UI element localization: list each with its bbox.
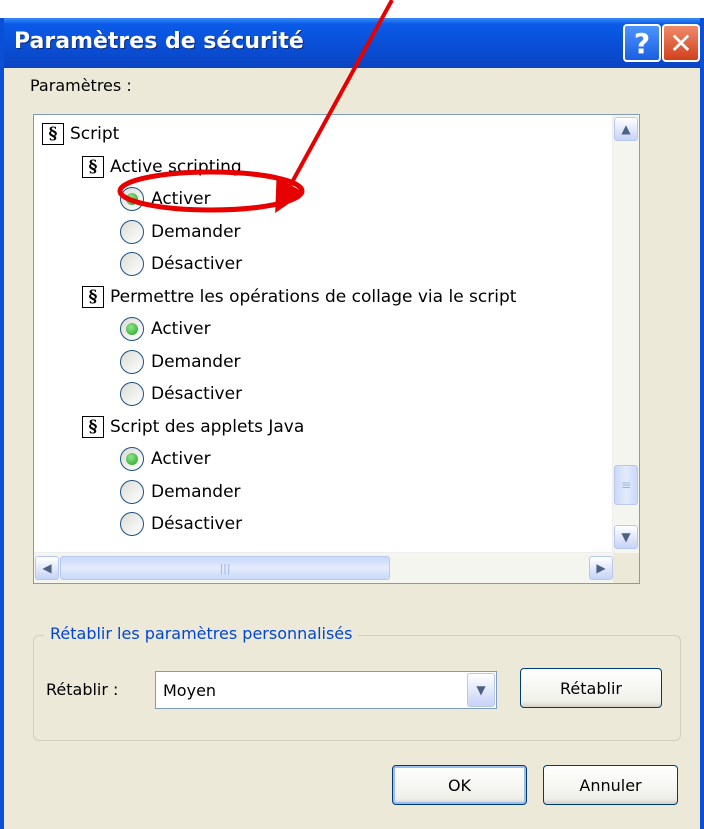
radio-unselected-icon[interactable] xyxy=(120,382,144,406)
radio-option[interactable]: Demander xyxy=(120,348,241,376)
scroll-down-button[interactable]: ▼ xyxy=(614,525,638,549)
tree-item-label: Permettre les opérations de collage via … xyxy=(110,286,517,307)
radio-option[interactable]: Activer xyxy=(120,445,211,473)
tree-setting[interactable]: § Active scripting xyxy=(82,153,242,181)
radio-option[interactable]: Désactiver xyxy=(120,510,242,538)
radio-option[interactable]: Activer xyxy=(120,185,211,213)
scroll-left-button[interactable]: ◀ xyxy=(35,556,59,580)
reset-level-select[interactable]: Moyen ▼ xyxy=(155,671,497,709)
script-settings-icon: § xyxy=(82,155,104,178)
ok-button[interactable]: OK xyxy=(392,765,527,805)
radio-unselected-icon[interactable] xyxy=(120,219,144,244)
scroll-up-button[interactable]: ▲ xyxy=(614,117,638,141)
vertical-scrollbar[interactable]: ▲ ≡ ▼ xyxy=(612,115,639,553)
vertical-scroll-thumb[interactable]: ≡ xyxy=(614,465,638,505)
tree-item-label: Désactiver xyxy=(151,384,243,404)
radio-option[interactable]: Désactiver xyxy=(120,380,242,408)
tree-item-label: Demander xyxy=(151,481,241,502)
tree-category[interactable]: § Script xyxy=(42,120,119,148)
settings-label: Paramètres : xyxy=(30,76,132,95)
tree-item-label: Désactiver xyxy=(151,254,243,274)
chevron-down-icon[interactable]: ▼ xyxy=(467,673,495,707)
radio-selected-icon[interactable] xyxy=(120,317,144,341)
tree-item-label: Script des applets Java xyxy=(110,416,305,437)
radio-unselected-icon[interactable] xyxy=(120,512,144,536)
tree-item-label: Active scripting xyxy=(110,156,242,177)
radio-selected-icon[interactable] xyxy=(120,187,144,211)
scroll-right-button[interactable]: ▶ xyxy=(589,556,613,580)
tree-item-label: Demander xyxy=(151,351,241,372)
horizontal-scroll-thumb[interactable]: ||| xyxy=(60,556,390,580)
radio-unselected-icon[interactable] xyxy=(120,479,144,504)
window-title: Paramètres de sécurité xyxy=(14,29,304,54)
script-settings-icon: § xyxy=(42,123,64,145)
tree-setting[interactable]: § Script des applets Java xyxy=(82,413,304,441)
horizontal-scrollbar[interactable]: ◀ ||| ▶ xyxy=(34,552,615,583)
reset-level-value: Moyen xyxy=(163,681,217,700)
radio-unselected-icon[interactable] xyxy=(120,252,144,276)
radio-selected-icon[interactable] xyxy=(120,447,144,471)
title-bar[interactable]: Paramètres de sécurité ? ✕ xyxy=(4,18,700,68)
radio-option[interactable]: Activer xyxy=(120,315,211,343)
tree-item-label: Activer xyxy=(151,189,211,209)
radio-unselected-icon[interactable] xyxy=(120,349,144,374)
script-settings-icon: § xyxy=(82,415,104,438)
radio-option[interactable]: Désactiver xyxy=(120,250,242,278)
close-button[interactable]: ✕ xyxy=(662,24,700,62)
script-settings-icon: § xyxy=(82,285,104,308)
tree-item-label: Activer xyxy=(151,449,211,469)
cancel-button[interactable]: Annuler xyxy=(543,765,678,805)
tree-item-label: Demander xyxy=(151,221,241,242)
radio-option[interactable]: Demander xyxy=(120,218,241,246)
radio-option[interactable]: Demander xyxy=(120,478,241,506)
scrollbar-corner xyxy=(613,553,639,583)
reset-button[interactable]: Rétablir xyxy=(520,668,662,708)
reset-group-legend: Rétablir les paramètres personnalisés xyxy=(44,624,359,643)
tree-setting[interactable]: § Permettre les opérations de collage via… xyxy=(82,283,516,311)
settings-tree[interactable]: § Script § Active scripting Activer Demander D… xyxy=(33,114,640,584)
help-button[interactable]: ? xyxy=(623,24,661,62)
tree-item-label: Désactiver xyxy=(151,514,243,534)
tree-item-label: Script xyxy=(70,124,120,144)
tree-item-label: Activer xyxy=(151,319,211,339)
reset-label: Rétablir : xyxy=(46,680,119,699)
